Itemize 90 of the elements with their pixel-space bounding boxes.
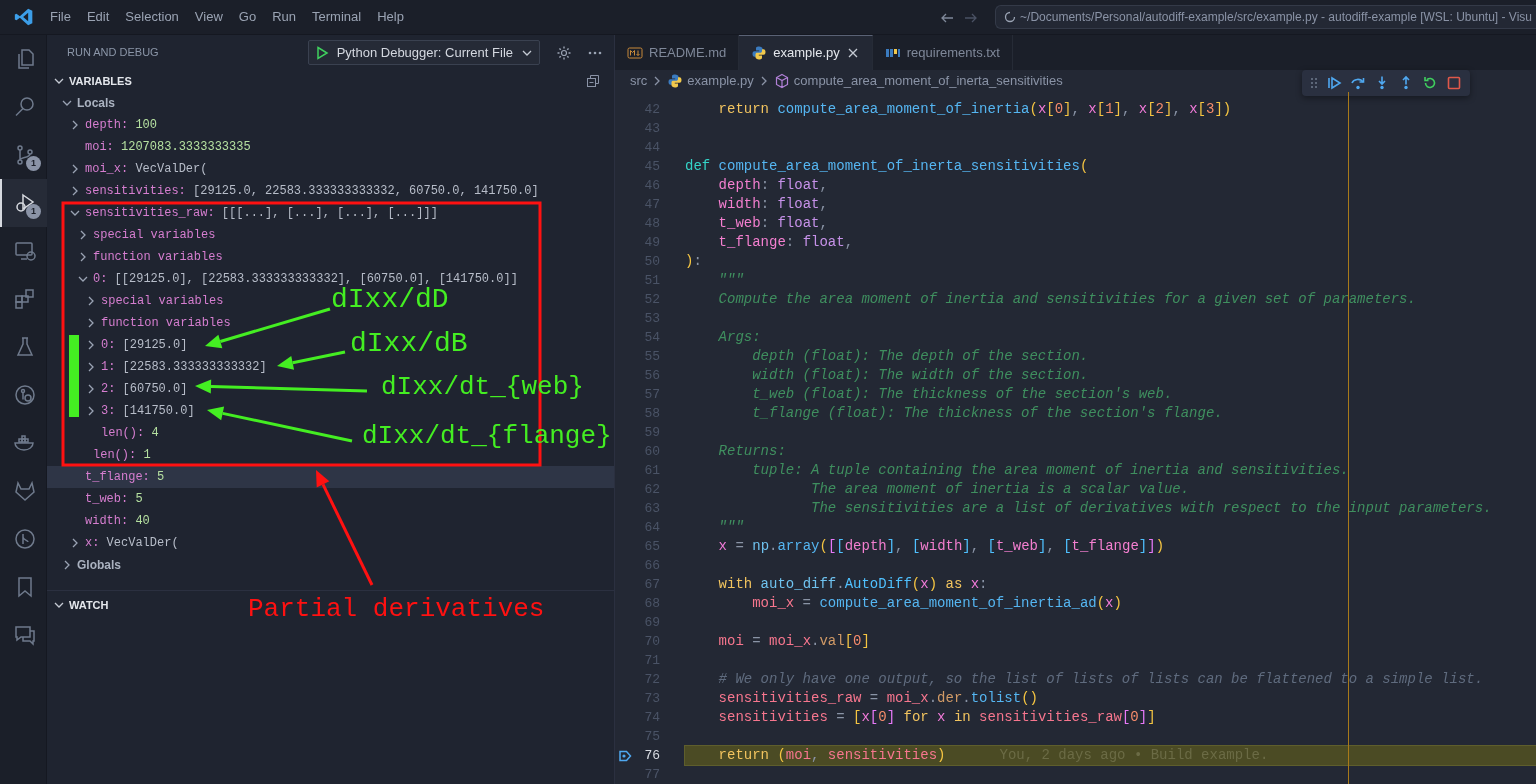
code-line: """ <box>717 519 744 535</box>
code-line: def compute_area_moment_of_inerta_sensitivities( <box>685 158 1089 174</box>
variable-item[interactable]: len(): 1 <box>47 444 157 466</box>
activity-bar-item[interactable]: 1 <box>0 179 47 227</box>
section-header[interactable]: WATCH <box>47 594 117 616</box>
code-line: Returns: <box>717 443 786 459</box>
code-line: sensitivities_raw = moi_x.der.tolist() <box>717 690 1038 706</box>
variable-item[interactable]: depth: 100 <box>47 114 164 136</box>
command-center[interactable]: ~/Documents/Personal/autodiff-example/src/example.py - autodiff-example [WSL: Ubuntu] - Visu <box>995 5 1536 29</box>
step-over-button[interactable] <box>1350 75 1366 91</box>
scope-item[interactable]: Globals <box>47 554 614 576</box>
stop-icon <box>1446 75 1462 91</box>
menu-item[interactable]: Help <box>369 7 412 27</box>
code-line: x = np.array([[depth], [width], [t_web], [t_flange]]) <box>717 538 1165 554</box>
badge-count: 1 <box>26 156 41 171</box>
variable-item[interactable]: sensitivities_raw: [[[...], [...], [...], [...]]] <box>47 202 444 224</box>
menu-item[interactable]: Go <box>230 7 265 27</box>
restart-icon <box>1422 75 1438 91</box>
spinner-icon <box>1004 11 1017 23</box>
menu-item[interactable]: Selection <box>117 7 187 27</box>
breadcrumb-item[interactable]: src <box>630 71 648 91</box>
breadcrumb-item[interactable]: example.py <box>667 71 754 91</box>
section-header[interactable]: VARIABLES <box>47 70 614 92</box>
variable-item[interactable]: function variables <box>47 246 229 268</box>
code-line: t_flange (float): The thickness of the section's flange. <box>751 405 1223 421</box>
code-line: """ <box>717 272 744 288</box>
variable-item[interactable]: t_web: 5 <box>47 488 149 510</box>
variable-item[interactable]: special variables <box>47 224 222 246</box>
annotation-label: dIxx/dB <box>350 330 468 358</box>
markdown-icon <box>627 44 643 61</box>
variable-item[interactable]: special variables <box>47 290 230 312</box>
menu-item[interactable]: Terminal <box>304 7 370 27</box>
panel-title: RUN AND DEBUG <box>67 45 159 61</box>
fox-icon <box>12 479 37 503</box>
editor-tab[interactable]: example.py <box>739 35 873 70</box>
code-line: depth (float): The depth of the section. <box>751 348 1089 364</box>
play-icon <box>314 45 329 60</box>
code-line: Args: <box>717 329 761 345</box>
python-icon <box>667 73 684 89</box>
chat-icon <box>12 623 37 647</box>
code-line: moi_x = compute_area_moment_of_inertia_ad(x) <box>751 595 1122 611</box>
variable-item[interactable]: t_flange: 5 <box>47 466 614 488</box>
variable-item[interactable]: x: VecValDer( <box>47 532 185 554</box>
scope-item[interactable]: Locals <box>47 92 614 114</box>
variable-item[interactable]: moi: 1207083.3333333335 <box>47 136 257 158</box>
variable-item[interactable]: width: 40 <box>47 510 156 532</box>
code-line: The area moment of inertia is a scalar value. <box>810 481 1190 497</box>
gear-icon <box>556 45 572 62</box>
monitor-icon <box>12 239 37 263</box>
code-line: depth: float, <box>717 177 828 193</box>
code-line: return (moi, sensitivities) <box>717 747 946 763</box>
code-line: t_web: float, <box>717 215 828 231</box>
line-number: 76 <box>643 747 660 765</box>
code-line: tuple: A tuple containing the area moment of inertia and sensitivities. <box>751 462 1349 478</box>
annotation-label: Partial derivatives <box>248 596 545 622</box>
code-line: width (float): The width of the section. <box>751 367 1089 383</box>
menu-item[interactable]: Edit <box>78 7 118 27</box>
menu-item[interactable]: View <box>186 7 231 27</box>
cube-icon <box>773 73 790 89</box>
variable-item[interactable]: moi_x: VecValDer( <box>47 158 214 180</box>
more-icon <box>588 51 602 56</box>
activity-bar-item[interactable]: 1 <box>0 131 47 179</box>
restart-button[interactable] <box>1422 75 1438 91</box>
step-over-icon <box>1350 75 1366 91</box>
drag-handle-icon <box>1310 76 1318 90</box>
code-line: moi = moi_x.val[0] <box>717 633 870 649</box>
code-line: t_web (float): The thickness of the section's web. <box>751 386 1173 402</box>
variable-item[interactable]: len(): 4 <box>47 422 165 444</box>
code-line: The sensitivities are a list of derivatives with respect to the input parameters. <box>810 500 1492 516</box>
menu-item[interactable]: File <box>42 7 79 27</box>
code-line: return compute_area_moment_of_inertia(x[0], x[1], x[2], x[3]) <box>717 101 1232 117</box>
app-logo-icon <box>14 7 34 27</box>
breadcrumb-item[interactable]: compute_area_moment_of_inerta_sensitivities <box>773 71 1063 91</box>
python-icon <box>751 45 768 61</box>
badge-count: 1 <box>26 204 41 219</box>
collapse-all-icon <box>586 74 600 88</box>
launch-config-dropdown[interactable]: Python Debugger: Current File <box>307 40 540 65</box>
menu-item[interactable]: Run <box>264 7 304 27</box>
code-line: sensitivities = [x[0] for x in sensitivities_raw[0]] <box>717 709 1156 725</box>
code-line: width: float, <box>717 196 828 212</box>
code-line: t_flange: float, <box>717 234 854 250</box>
variable-item[interactable]: sensitivities: [29125.0, 22583.333333333332, 60750.0, 141750.0] <box>47 180 545 202</box>
continue-icon <box>1326 75 1342 91</box>
blocks-icon <box>12 287 37 311</box>
variable-item[interactable]: function variables <box>47 312 237 334</box>
stop-button[interactable] <box>1446 75 1462 91</box>
code-line: with auto_diff.AutoDiff(x) as x: <box>717 576 988 592</box>
annotation-label: dIxx/dD <box>331 286 449 314</box>
code-line: ): <box>685 253 702 269</box>
continue-button[interactable] <box>1326 75 1342 91</box>
